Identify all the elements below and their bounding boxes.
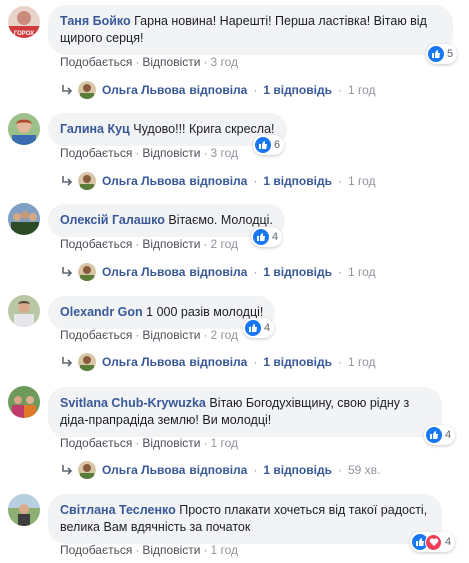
comment-author[interactable]: Олексій Галашко	[60, 213, 165, 227]
reply-button[interactable]: Відповісти	[142, 146, 200, 160]
reply-verb: відповіла	[189, 265, 248, 279]
like-button[interactable]: Подобається	[60, 237, 132, 251]
avatar[interactable]	[8, 113, 40, 145]
avatar[interactable]	[8, 203, 40, 235]
comment-bubble: Олексій Галашко Вітаємо. Молодці.	[48, 204, 285, 237]
reply-button[interactable]: Відповісти	[142, 237, 200, 251]
reply-arrow-icon	[62, 267, 73, 277]
avatar	[78, 353, 96, 371]
reaction-count: 4	[445, 536, 452, 548]
thumbs-up-icon	[245, 320, 261, 336]
comment-author[interactable]: Галина Куц	[60, 122, 130, 136]
comment-time[interactable]: 3 год	[210, 55, 238, 69]
view-replies-link[interactable]: Ольга Львова відповіла · 1 відповідь · 1…	[60, 171, 376, 191]
reply-time: 1 год	[347, 83, 376, 97]
reply-button[interactable]: Відповісти	[142, 543, 200, 557]
comment-actions: Подобається · Відповісти · 3 год	[60, 146, 238, 160]
comment-bubble: Olexandr Gon 1 000 разів молодці!	[48, 296, 276, 329]
avatar[interactable]: ГОРОХ	[8, 6, 40, 38]
reply-time: 1 год	[347, 355, 376, 369]
avatar[interactable]	[8, 386, 40, 418]
reply-verb: відповіла	[189, 463, 248, 477]
comment-actions: Подобається · Відповісти · 2 год	[60, 237, 238, 251]
comment-author[interactable]: Svitlana Chub-Krywuzka	[60, 396, 206, 410]
reply-time: 1 год	[347, 174, 376, 188]
reaction-summary[interactable]: 4	[243, 318, 275, 338]
comment-time[interactable]: 1 год	[210, 436, 238, 450]
view-replies-link[interactable]: Ольга Львова відповіла · 1 відповідь · 5…	[60, 460, 380, 480]
comment-actions: Подобається · Відповісти · 1 год	[60, 543, 238, 557]
avatar	[78, 263, 96, 281]
comment-time[interactable]: 1 год	[210, 543, 238, 557]
comment-bubble: Таня Бойко Гарна новина! Нарешті! Перша …	[48, 5, 453, 55]
reply-author: Ольга Львова	[102, 174, 186, 188]
comment-author[interactable]: Світлана Тесленко	[60, 503, 176, 517]
reply-arrow-icon	[62, 176, 73, 186]
svg-text:ГОРОХ: ГОРОХ	[14, 31, 34, 37]
view-replies-link[interactable]: Ольга Львова відповіла · 1 відповідь · 1…	[60, 80, 376, 100]
thumbs-up-icon	[253, 229, 269, 245]
reaction-summary[interactable]: 4	[424, 425, 456, 445]
like-button[interactable]: Подобається	[60, 55, 132, 69]
reply-author: Ольга Львова	[102, 355, 186, 369]
like-button[interactable]: Подобається	[60, 436, 132, 450]
comment-text: Чудово!!! Крига скресла!	[133, 122, 275, 136]
avatar	[78, 81, 96, 99]
comment-time[interactable]: 2 год	[210, 328, 238, 342]
comment-text: Вітаємо. Молодці.	[168, 213, 273, 227]
comment-text: 1 000 разів молодці!	[146, 305, 264, 319]
comment-bubble: Галина Куц Чудово!!! Крига скресла!	[48, 113, 287, 146]
reply-count: 1 відповідь	[263, 265, 332, 279]
comment-time[interactable]: 2 год	[210, 237, 238, 251]
reply-count: 1 відповідь	[263, 174, 332, 188]
reaction-count: 4	[264, 322, 271, 334]
reply-time: 1 год	[347, 265, 376, 279]
like-button[interactable]: Подобається	[60, 328, 132, 342]
avatar	[78, 461, 96, 479]
thumbs-up-icon	[255, 137, 271, 153]
reply-author: Ольга Львова	[102, 463, 186, 477]
like-button[interactable]: Подобається	[60, 543, 132, 557]
avatar[interactable]	[8, 494, 40, 526]
reply-button[interactable]: Відповісти	[142, 328, 200, 342]
reply-verb: відповіла	[189, 83, 248, 97]
reply-arrow-icon	[62, 465, 73, 475]
thumbs-up-icon	[426, 427, 442, 443]
comment-author[interactable]: Таня Бойко	[60, 14, 131, 28]
avatar[interactable]	[8, 295, 40, 327]
view-replies-link[interactable]: Ольга Львова відповіла · 1 відповідь · 1…	[60, 262, 376, 282]
reply-count: 1 відповідь	[263, 83, 332, 97]
comment-actions: Подобається · Відповісти · 3 год	[60, 55, 238, 69]
thumbs-up-icon	[428, 46, 444, 62]
comment-bubble: Світлана Тесленко Просто плакати хочетьс…	[48, 494, 442, 544]
reaction-count: 6	[274, 139, 281, 151]
avatar	[78, 172, 96, 190]
reaction-count: 5	[447, 48, 454, 60]
view-replies-link[interactable]: Ольга Львова відповіла · 1 відповідь · 1…	[60, 352, 376, 372]
reply-arrow-icon	[62, 85, 73, 95]
reply-verb: відповіла	[189, 355, 248, 369]
reply-count: 1 відповідь	[263, 463, 332, 477]
reaction-summary[interactable]: 6	[253, 135, 285, 155]
like-button[interactable]: Подобається	[60, 146, 132, 160]
reply-time: 59 хв.	[347, 463, 381, 477]
comment-time[interactable]: 3 год	[210, 146, 238, 160]
reply-arrow-icon	[62, 357, 73, 367]
comment-actions: Подобається · Відповісти · 2 год	[60, 328, 238, 342]
reply-author: Ольга Львова	[102, 83, 186, 97]
comment-author[interactable]: Olexandr Gon	[60, 305, 143, 319]
reaction-summary[interactable]: 5	[426, 44, 458, 64]
reaction-count: 4	[272, 231, 279, 243]
reply-count: 1 відповідь	[263, 355, 332, 369]
reaction-count: 4	[445, 429, 452, 441]
comment-bubble: Svitlana Chub-Krywuzka Вітаю Богодухівщи…	[48, 387, 442, 437]
reply-button[interactable]: Відповісти	[142, 55, 200, 69]
reaction-summary[interactable]: 4	[251, 227, 283, 247]
heart-icon	[425, 533, 442, 551]
reply-verb: відповіла	[189, 174, 248, 188]
reaction-summary[interactable]: 4	[410, 532, 456, 552]
comment-actions: Подобається · Відповісти · 1 год	[60, 436, 238, 450]
reply-button[interactable]: Відповісти	[142, 436, 200, 450]
reply-author: Ольга Львова	[102, 265, 186, 279]
